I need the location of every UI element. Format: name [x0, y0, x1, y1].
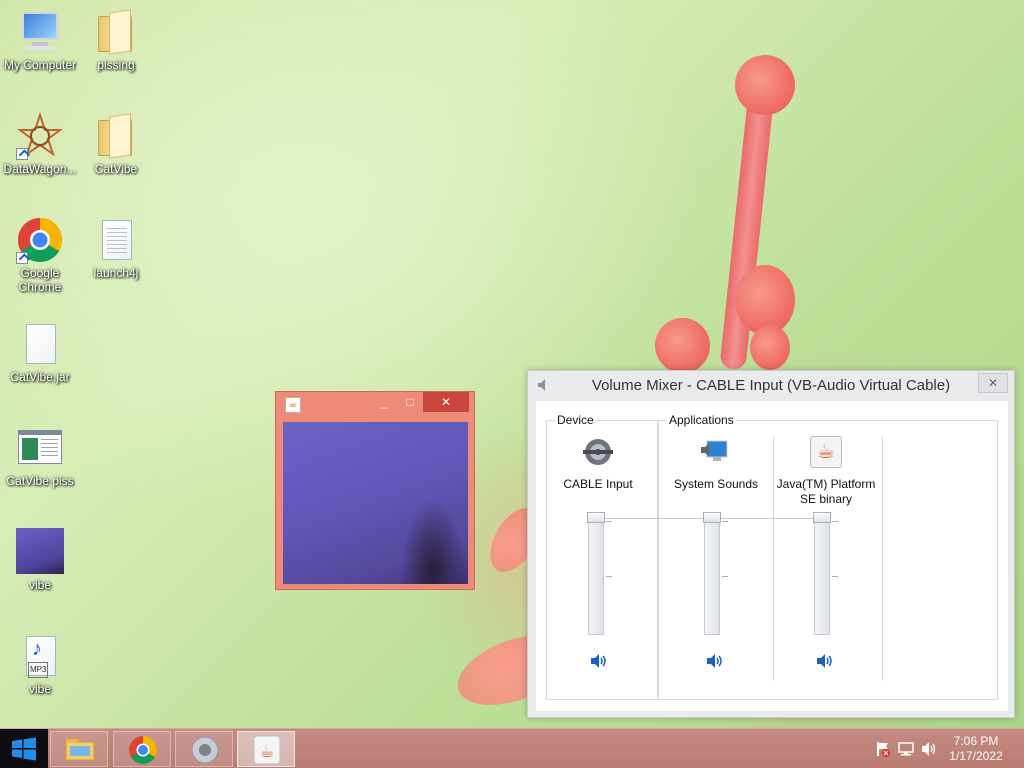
desktop-icon-label: pissing — [97, 58, 135, 72]
channel-name: Java(TM) Platform SE binary — [776, 477, 876, 506]
taskbar-clock[interactable]: 7:06 PM 1/17/2022 — [946, 734, 1006, 764]
desktop-icon-label: DataWagon... — [3, 162, 77, 176]
desktop-icon-catvibe-piss[interactable]: CatVibe piss — [0, 424, 80, 488]
volume-slider-ticks — [606, 521, 612, 631]
file-icon — [16, 320, 64, 368]
java-icon: ☕ — [253, 735, 281, 765]
text-file-icon — [92, 216, 140, 264]
channel-java-platform: ☕ Java(TM) Platform SE binary — [776, 435, 876, 507]
java-icon: ☕ — [809, 435, 843, 469]
clock-time: 7:06 PM — [953, 734, 999, 748]
taskbar-java-app[interactable]: ☕ — [237, 731, 295, 767]
chrome-icon — [16, 216, 64, 264]
desktop-icon-my-computer[interactable]: My Computer — [0, 8, 80, 72]
mute-speaker-icon[interactable] — [705, 653, 725, 669]
volume-slider-track[interactable] — [704, 515, 720, 635]
chrome-icon — [129, 736, 157, 764]
taskbar-file-explorer[interactable] — [50, 731, 108, 767]
computer-icon — [16, 8, 64, 56]
taskbar-volume-mixer[interactable] — [175, 731, 233, 767]
desktop-icon-label: CatVibe piss — [6, 474, 74, 488]
desktop-icon-datawagon[interactable]: DataWagon... — [0, 111, 80, 176]
wallpaper-flower-bud — [655, 318, 710, 373]
mp3-file-icon: ♪ MP3 — [16, 632, 64, 680]
desktop-icon-label: My Computer — [3, 58, 77, 72]
channel-system-sounds: System Sounds — [666, 435, 766, 492]
close-button[interactable]: ✕ — [978, 373, 1008, 393]
mute-speaker-icon[interactable] — [589, 653, 609, 669]
device-group-label: Device — [555, 413, 596, 427]
channel-cable-input: CABLE Input — [548, 435, 648, 492]
window-file-icon — [16, 424, 64, 472]
folder-icon — [92, 8, 140, 56]
java-window-titlebar[interactable]: ☕ _ □ ✕ — [276, 392, 474, 418]
desktop-icon-label: vibe — [28, 682, 51, 696]
volume-mixer-body: Device Applications CABLE Input System S… — [536, 401, 1008, 711]
desktop-icon-pissing-folder[interactable]: pissing — [76, 8, 156, 72]
desktop-icon-label: CatVibe.jar — [10, 370, 70, 384]
channel-name: CABLE Input — [563, 477, 633, 491]
channel-name: System Sounds — [673, 477, 759, 491]
taskbar: ☕ 7:06 PM 1/17/2022 — [0, 728, 1024, 768]
applications-group-label: Applications — [667, 413, 736, 427]
desktop-icon-label: launch4j — [93, 266, 139, 280]
volume-slider-ticks — [722, 521, 728, 631]
desktop-icon-label: Google Chrome — [18, 266, 62, 294]
windows-logo-icon — [12, 737, 36, 761]
java-app-window[interactable]: ☕ _ □ ✕ — [275, 391, 475, 590]
volume-mixer-titlebar[interactable]: Volume Mixer - CABLE Input (VB-Audio Vir… — [528, 371, 1014, 401]
desktop-icon-vibe-mp3[interactable]: ♪ MP3 vibe — [0, 632, 80, 696]
cable-device-icon — [581, 435, 615, 469]
desktop-icon-vibe-video[interactable]: vibe — [0, 528, 80, 592]
system-sounds-icon — [699, 435, 733, 469]
close-button[interactable]: ✕ — [423, 392, 469, 412]
java-window-content-image — [283, 422, 468, 584]
folder-icon — [92, 112, 140, 160]
speaker-icon — [191, 736, 219, 764]
volume-slider-thumb[interactable] — [587, 512, 605, 523]
datawagon-icon — [16, 111, 64, 160]
maximize-button[interactable]: □ — [397, 392, 423, 412]
wallpaper-flower-bud — [735, 55, 795, 115]
window-title: Volume Mixer - CABLE Input (VB-Audio Vir… — [591, 377, 951, 394]
video-thumbnail-icon — [16, 528, 64, 576]
channel-separator — [882, 437, 883, 681]
java-icon: ☕ — [285, 397, 301, 413]
volume-tray-icon[interactable] — [921, 741, 937, 757]
desktop-icon-label: vibe — [28, 578, 51, 592]
volume-slider-ticks — [832, 521, 838, 631]
volume-slider-track[interactable] — [588, 515, 604, 635]
start-button[interactable] — [0, 729, 48, 768]
volume-slider-track[interactable] — [814, 515, 830, 635]
minimize-button[interactable]: _ — [371, 392, 397, 412]
volume-slider-thumb[interactable] — [703, 512, 721, 523]
volume-slider-thumb[interactable] — [813, 512, 831, 523]
clock-date: 1/17/2022 — [949, 749, 1003, 763]
channel-separator — [773, 437, 774, 681]
desktop-icon-launch4j[interactable]: launch4j — [76, 216, 156, 280]
desktop-icon-google-chrome[interactable]: Google Chrome — [0, 216, 80, 294]
desktop-icon-catvibe-folder[interactable]: CatVibe — [76, 112, 156, 176]
network-icon[interactable] — [898, 741, 914, 757]
svg-text:☕: ☕ — [260, 742, 274, 761]
action-center-flag-icon[interactable] — [875, 741, 891, 757]
desktop-icon-label: CatVibe — [94, 162, 138, 176]
mute-speaker-icon[interactable] — [815, 653, 835, 669]
wallpaper-flower-bud — [750, 325, 790, 370]
desktop-icon-catvibe-jar[interactable]: CatVibe.jar — [0, 320, 80, 384]
volume-mixer-window[interactable]: Volume Mixer - CABLE Input (VB-Audio Vir… — [527, 370, 1015, 718]
folder-icon — [65, 739, 95, 761]
taskbar-google-chrome[interactable] — [113, 731, 171, 767]
